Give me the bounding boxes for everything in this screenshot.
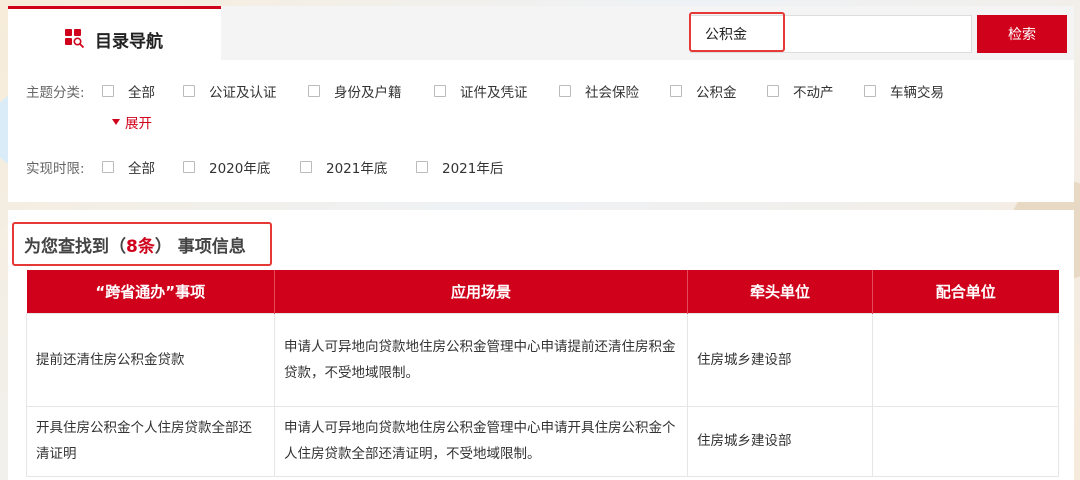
cell-scenario: 申请人可异地向贷款地住房公积金管理中心申请开具住房公积金个人住房贷款全部还清证明… [274, 405, 688, 477]
table-header: “跨省通办”事项 应用场景 牵头单位 配合单位 [26, 270, 1059, 313]
tab-label: 目录导航 [95, 32, 163, 52]
column-header-partner-unit: 配合单位 [872, 270, 1059, 313]
caret-down-icon [112, 119, 120, 125]
topic-option-all[interactable]: 全部 [102, 81, 183, 101]
topic-option-real-estate[interactable]: 不动产 [767, 81, 864, 101]
checkbox[interactable] [670, 85, 682, 97]
checkbox[interactable] [864, 85, 876, 97]
cell-partner-unit [872, 312, 1059, 407]
cell-item[interactable]: 开具住房公积金个人住房贷款全部还清证明 [26, 405, 275, 477]
column-header-scenario: 应用场景 [274, 270, 688, 313]
time-filter-label: 实现时限: [26, 161, 85, 177]
cell-lead-unit: 住房城乡建设部 [687, 405, 873, 477]
table-row[interactable]: 开具住房公积金个人住房贷款全部还清证明 申请人可异地向贷款地住房公积金管理中心申… [26, 405, 1059, 477]
time-option-after-2021[interactable]: 2021年后 [416, 157, 503, 177]
expand-toggle[interactable]: 展开 [112, 112, 152, 132]
topic-option-social-insurance[interactable]: 社会保险 [559, 81, 670, 101]
time-option-2021[interactable]: 2021年底 [300, 157, 416, 177]
checkbox[interactable] [183, 85, 195, 97]
time-option-all[interactable]: 全部 [102, 157, 183, 177]
time-filter-row: 实现时限: 全部 2020年底 2021年底 2021年后 [26, 155, 503, 179]
search-button[interactable]: 检索 [977, 15, 1067, 53]
checkbox[interactable] [559, 85, 571, 97]
checkbox[interactable] [183, 161, 195, 173]
checkbox[interactable] [434, 85, 446, 97]
result-count: 8条 [126, 237, 155, 257]
topic-option-vehicle[interactable]: 车辆交易 [864, 81, 944, 101]
checkbox[interactable] [102, 161, 114, 173]
time-option-2020[interactable]: 2020年底 [183, 157, 300, 177]
checkbox[interactable] [102, 85, 114, 97]
results-table: “跨省通办”事项 应用场景 牵头单位 配合单位 提前还清住房公积金贷款 申请人可… [26, 270, 1059, 477]
checkbox[interactable] [767, 85, 779, 97]
cell-lead-unit: 住房城乡建设部 [687, 312, 873, 407]
search-input[interactable] [691, 16, 971, 52]
checkbox[interactable] [300, 161, 312, 173]
cell-item[interactable]: 提前还清住房公积金贷款 [26, 312, 275, 407]
filter-panel: 目录导航 检索 主题分类: 全部 公证及认证 身份及户籍 证件及凭证 社会保险 … [8, 6, 1074, 202]
catalog-icon [65, 29, 84, 48]
topic-option-notary[interactable]: 公证及认证 [183, 81, 308, 101]
topic-option-identity[interactable]: 身份及户籍 [308, 81, 434, 101]
topic-option-housing-fund[interactable]: 公积金 [670, 81, 767, 101]
tab-catalog-navigation[interactable]: 目录导航 [8, 6, 221, 60]
result-summary: 为您查找到（8条） 事项信息 [24, 237, 246, 257]
cell-scenario: 申请人可异地向贷款地住房公积金管理中心申请提前还清住房积金贷款，不受地域限制。 [274, 312, 688, 407]
search-box [690, 15, 972, 53]
topic-filter-row: 主题分类: 全部 公证及认证 身份及户籍 证件及凭证 社会保险 公积金 不动产 … [26, 79, 944, 103]
results-panel: 为您查找到（8条） 事项信息 “跨省通办”事项 应用场景 牵头单位 配合单位 提… [8, 210, 1074, 480]
column-header-lead-unit: 牵头单位 [687, 270, 873, 313]
topic-option-certificates[interactable]: 证件及凭证 [434, 81, 559, 101]
topic-filter-label: 主题分类: [26, 85, 85, 101]
checkbox[interactable] [416, 161, 428, 173]
cell-partner-unit [872, 405, 1059, 477]
table-row[interactable]: 提前还清住房公积金贷款 申请人可异地向贷款地住房公积金管理中心申请提前还清住房积… [26, 312, 1059, 407]
column-header-item: “跨省通办”事项 [26, 270, 275, 313]
checkbox[interactable] [308, 85, 320, 97]
